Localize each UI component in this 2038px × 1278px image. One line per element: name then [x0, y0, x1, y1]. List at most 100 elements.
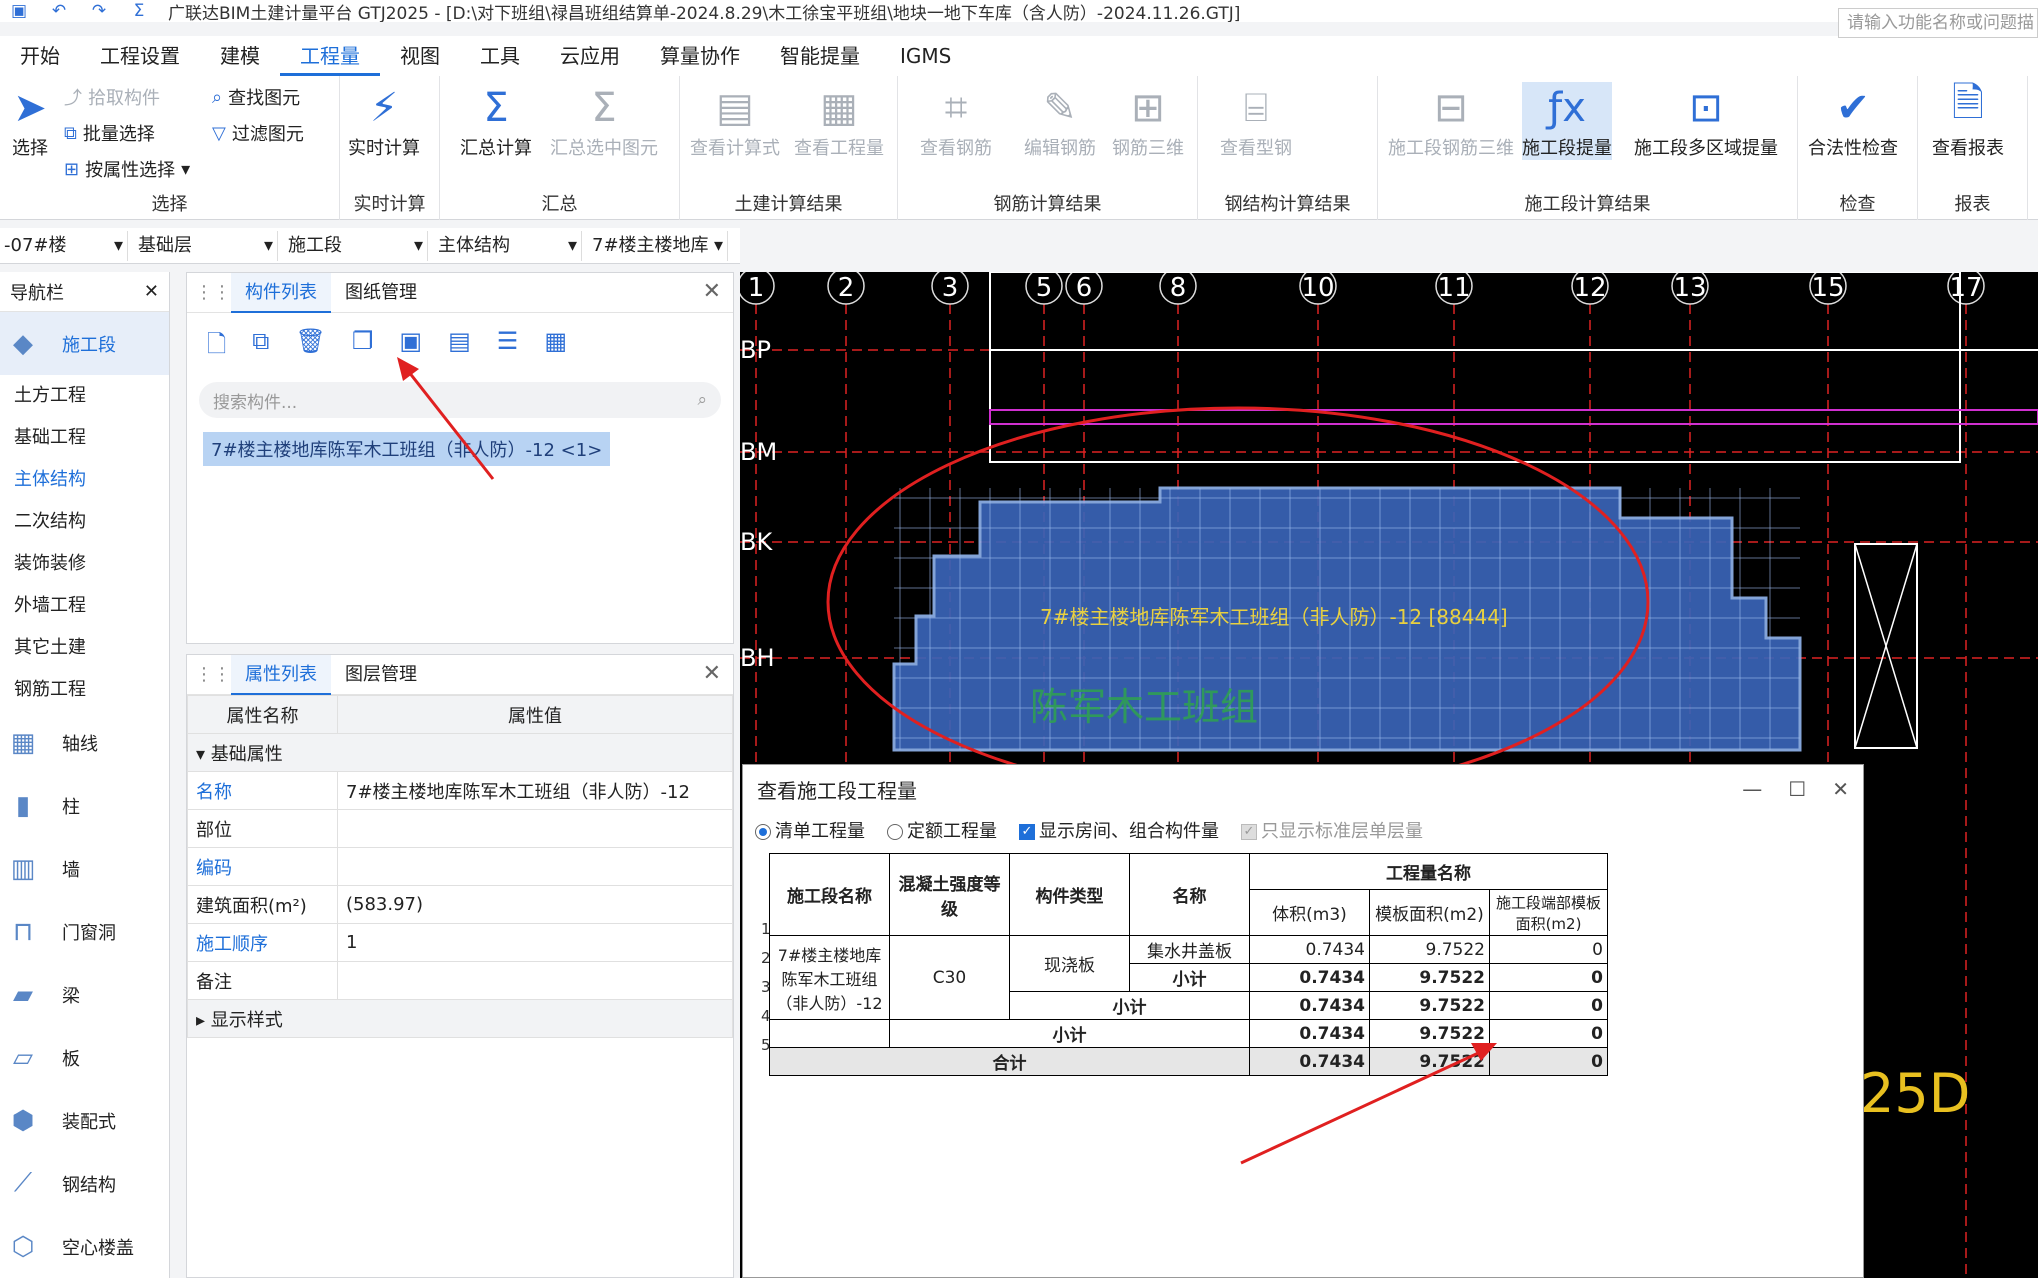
select-group: ➤ 选择 ⤴ 拾取构件 ⧉ 批量选择 ⊞ 按属性选择 ▾ ⌕ 查找图元 ▽ 过滤图元 选择: [0, 76, 340, 220]
summary-calc-button[interactable]: Σ 汇总计算: [460, 82, 532, 160]
select-by-property-button[interactable]: ⊞ 按属性选择 ▾: [64, 156, 190, 182]
section-display-style[interactable]: ▸ 显示样式: [187, 999, 733, 1038]
validity-check-button[interactable]: ✔ 合法性检查: [1808, 82, 1898, 160]
layer-dropdown-row: -07#楼 ▾ 基础层 ▾ 施工段 ▾ 主体结构 ▾ 7#楼主楼地库 ▾: [0, 228, 740, 264]
menu-item[interactable]: 工具: [460, 36, 540, 76]
duplicate-icon[interactable]: ❐: [352, 327, 374, 368]
nav-item[interactable]: ▮ 柱: [0, 774, 169, 837]
chevron-down-icon: ▾: [113, 234, 123, 256]
type-dropdown[interactable]: 施工段 ▾: [284, 230, 428, 261]
close-icon[interactable]: ✕: [1832, 777, 1849, 801]
undo-icon[interactable]: ↶: [46, 1, 72, 21]
close-icon[interactable]: ✕: [144, 281, 159, 302]
nav-item[interactable]: ▱ 板: [0, 1026, 169, 1089]
category-dropdown[interactable]: 主体结构 ▾: [434, 230, 582, 261]
realtime-group: ⚡ 实时计算 实时计算: [340, 76, 440, 220]
new-component-icon[interactable]: 🗋: [207, 327, 226, 368]
section-basic[interactable]: ▾ 基础属性: [187, 733, 733, 772]
nav-item[interactable]: ⊓ 门窗洞: [0, 900, 169, 963]
filter-element-button[interactable]: ▽ 过滤图元: [212, 120, 304, 146]
view-quantity-button[interactable]: ▦ 查看工程量: [794, 82, 884, 160]
nav-item[interactable]: ▥ 墙: [0, 837, 169, 900]
nav-item-section[interactable]: ◆ 施工段: [0, 312, 169, 375]
view-report-button[interactable]: 🗎 查看报表: [1932, 80, 2004, 160]
edit-rebar-button[interactable]: ✎ 编辑钢筋: [1024, 82, 1096, 160]
menu-item[interactable]: 算量协作: [640, 36, 760, 76]
table-row[interactable]: 建筑面积(m²) (583.97): [187, 885, 733, 924]
nav-item[interactable]: ▰ 梁: [0, 963, 169, 1026]
table-icon[interactable]: ▦: [544, 327, 567, 368]
checkbox-icon: ✓: [1019, 824, 1035, 840]
nav-section[interactable]: 二次结构: [0, 501, 169, 543]
nav-section[interactable]: 土方工程: [0, 375, 169, 417]
sum-icon[interactable]: Σ: [126, 1, 152, 21]
table-row[interactable]: 名称 7#楼主楼地库陈军木工班组（非人防）-12: [187, 771, 733, 810]
nav-item[interactable]: ⟋ 钢结构: [0, 1152, 169, 1215]
save-icon[interactable]: ▣: [6, 1, 32, 21]
drag-handle-icon[interactable]: ⋮⋮: [195, 664, 231, 685]
menu-item[interactable]: 视图: [380, 36, 460, 76]
close-icon[interactable]: ✕: [703, 279, 721, 304]
select-button[interactable]: ➤ 选择: [4, 82, 56, 160]
show-room-checkbox[interactable]: ✓ 显示房间、组合构件量: [1019, 817, 1219, 843]
axis-label: 10: [1301, 273, 1334, 303]
summary-selected-button[interactable]: Σ 汇总选中图元: [550, 82, 658, 160]
view-rebar-button[interactable]: ⌗ 查看钢筋: [920, 82, 992, 160]
table-row[interactable]: 施工顺序 1: [187, 923, 733, 962]
menu-item[interactable]: 建模: [200, 36, 280, 76]
function-search-input[interactable]: 请输入功能名称或问题描: [1838, 8, 2038, 38]
view-formula-button[interactable]: ▤ 查看计算式: [690, 82, 780, 160]
title-bar: ▣ ↶ ↷ Σ 广联达BIM土建计量平台 GTJ2025 - [D:\对下班组\…: [0, 0, 2038, 22]
minimize-icon[interactable]: —: [1742, 777, 1762, 801]
menu-item[interactable]: IGMS: [880, 36, 971, 76]
find-element-button[interactable]: ⌕ 查找图元: [212, 84, 300, 110]
table-row[interactable]: 备注: [187, 961, 733, 1000]
rebar-3d-button[interactable]: ⊞ 钢筋三维: [1112, 82, 1184, 160]
nav-section[interactable]: 外墙工程: [0, 585, 169, 627]
realtime-calc-button[interactable]: ⚡ 实时计算: [348, 82, 420, 160]
pick-component-button[interactable]: ⤴ 拾取构件: [64, 84, 160, 110]
menu-item[interactable]: 工程设置: [80, 36, 200, 76]
drag-handle-icon[interactable]: ⋮⋮: [195, 282, 231, 303]
tab-component-list[interactable]: 构件列表: [231, 272, 331, 313]
nav-item[interactable]: ⬢ 装配式: [0, 1089, 169, 1152]
nav-item[interactable]: ⬡ 空心楼盖: [0, 1215, 169, 1278]
menu-item[interactable]: 开始: [0, 36, 80, 76]
chevron-down-icon: ▾: [263, 234, 273, 256]
quota-quantity-radio[interactable]: 定额工程量: [887, 817, 997, 843]
multi-area-icon: ⊡: [1689, 85, 1723, 131]
check-group: ✔ 合法性检查 检查: [1798, 76, 1918, 220]
tab-layer-management[interactable]: 图层管理: [331, 655, 431, 695]
report-icon: 🗎: [1951, 80, 1985, 126]
close-icon[interactable]: ✕: [703, 661, 721, 686]
nav-section[interactable]: 其它土建: [0, 627, 169, 669]
table-row[interactable]: 部位: [187, 809, 733, 848]
maximize-icon[interactable]: ☐: [1788, 777, 1806, 801]
view-steel-button[interactable]: ⌸ 查看型钢: [1220, 82, 1292, 160]
nav-section[interactable]: 主体结构: [0, 459, 169, 501]
axis-label: BM: [740, 438, 777, 466]
component-dropdown[interactable]: 7#楼主楼地库 ▾: [588, 230, 728, 261]
table-row[interactable]: 编码: [187, 847, 733, 886]
nav-section[interactable]: 钢筋工程: [0, 669, 169, 711]
tab-property-list[interactable]: 属性列表: [231, 654, 331, 695]
menu-item[interactable]: 智能提量: [760, 36, 880, 76]
floor-dropdown[interactable]: 基础层 ▾: [134, 230, 278, 261]
sigma-select-icon: Σ: [591, 85, 617, 131]
section-rebar-3d-button[interactable]: ⊟ 施工段钢筋三维: [1388, 82, 1514, 160]
section-extract-button[interactable]: ƒx 施工段提量: [1522, 82, 1612, 160]
standard-floor-checkbox[interactable]: ✓ 只显示标准层单层量: [1241, 817, 1423, 843]
section-multi-area-button[interactable]: ⊡ 施工段多区域提量: [1634, 82, 1778, 160]
menu-item[interactable]: 云应用: [540, 36, 640, 76]
list-quantity-radio[interactable]: 清单工程量: [755, 817, 865, 843]
tab-drawing-management[interactable]: 图纸管理: [331, 273, 431, 313]
nav-item[interactable]: ▦ 轴线: [0, 711, 169, 774]
batch-select-button[interactable]: ⧉ 批量选择: [64, 120, 155, 146]
copy-icon[interactable]: ⧉: [252, 327, 269, 368]
nav-section[interactable]: 基础工程: [0, 417, 169, 459]
menu-item[interactable]: 工程量: [280, 36, 380, 76]
building-dropdown[interactable]: -07#楼 ▾: [0, 230, 128, 261]
nav-section[interactable]: 装饰装修: [0, 543, 169, 585]
redo-icon[interactable]: ↷: [86, 1, 112, 21]
delete-icon[interactable]: 🗑: [295, 327, 325, 368]
